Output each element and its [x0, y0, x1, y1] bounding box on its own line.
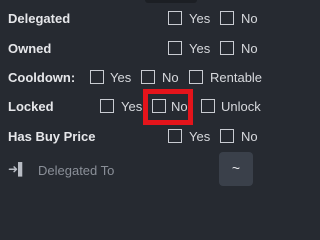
delegated-no-label: No: [241, 11, 258, 26]
cooldown-no-label: No: [162, 70, 179, 85]
cooldown-no-checkbox[interactable]: [141, 70, 155, 84]
owned-no-label: No: [241, 41, 258, 56]
locked-yes-label: Yes: [121, 99, 143, 114]
login-arrow-icon: ➜▌: [8, 162, 27, 176]
delegated-no-checkbox[interactable]: [220, 11, 234, 25]
has-buy-price-no-label: No: [241, 129, 258, 144]
highlight-box: [143, 89, 193, 125]
locked-unlock-label: Unlock: [221, 99, 261, 114]
has-buy-price-yes-checkbox[interactable]: [168, 129, 182, 143]
locked-yes-checkbox[interactable]: [100, 99, 114, 113]
filter-panel: Delegated Yes No Owned Yes No Cooldown: …: [0, 0, 267, 201]
delegated-to-row: ➜▌: [4, 154, 214, 185]
has-buy-price-yes-label: Yes: [189, 129, 211, 144]
delegated-yes-checkbox[interactable]: [168, 11, 182, 25]
locked-unlock-checkbox[interactable]: [201, 99, 215, 113]
owned-label: Owned: [8, 41, 52, 56]
owned-yes-checkbox[interactable]: [168, 41, 182, 55]
cooldown-rentable-checkbox[interactable]: [189, 70, 203, 84]
owned-yes-label: Yes: [189, 41, 211, 56]
top-edge-tab: [145, 0, 197, 3]
has-buy-price-label: Has Buy Price: [8, 129, 96, 144]
delegated-to-input[interactable]: [32, 158, 210, 182]
has-buy-price-no-checkbox[interactable]: [220, 129, 234, 143]
owned-no-checkbox[interactable]: [220, 41, 234, 55]
cooldown-yes-label: Yes: [110, 70, 132, 85]
cooldown-rentable-label: Rentable: [210, 70, 263, 85]
delegated-label: Delegated: [8, 11, 71, 26]
delegated-yes-label: Yes: [189, 11, 211, 26]
locked-label: Locked: [8, 99, 54, 114]
cooldown-yes-checkbox[interactable]: [90, 70, 104, 84]
cooldown-label: Cooldown:: [8, 70, 76, 85]
tilde-button[interactable]: ~: [219, 152, 253, 186]
